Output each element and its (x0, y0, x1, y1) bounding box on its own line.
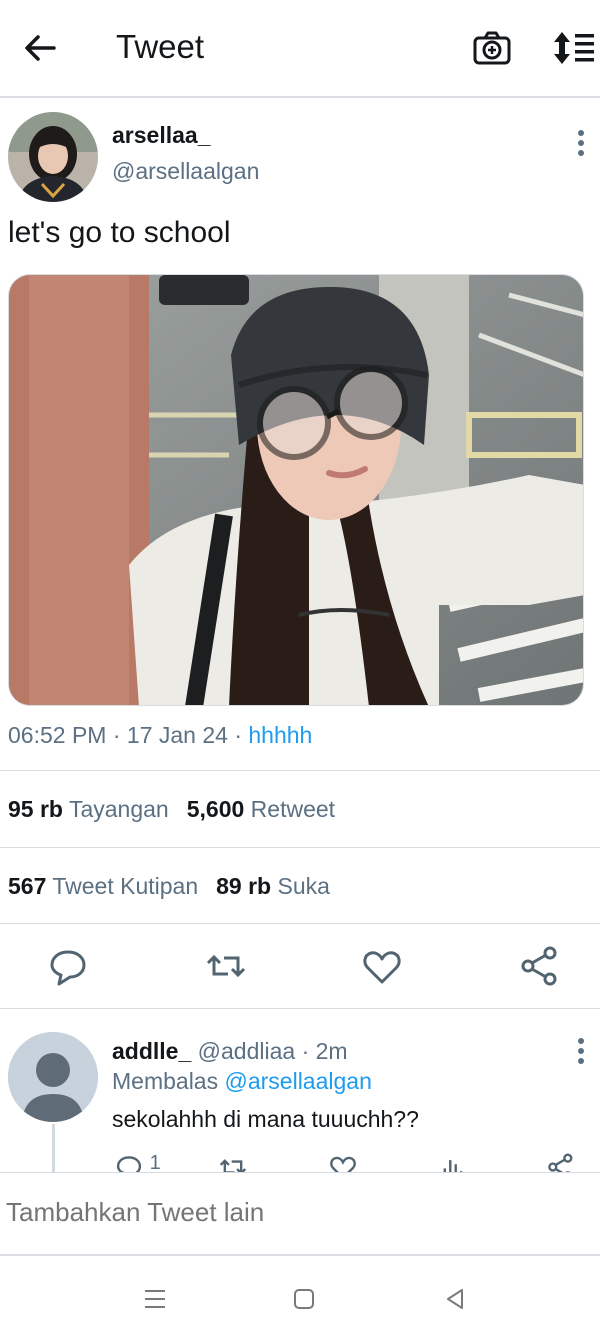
sort-button[interactable] (552, 28, 596, 68)
menu-lines-icon (145, 1290, 165, 1308)
divider (0, 770, 600, 771)
quotes-stat[interactable]: 567 Tweet Kutipan (8, 873, 198, 899)
reply-views-button[interactable] (438, 1152, 468, 1172)
author-avatar-image (8, 112, 98, 202)
share-icon (521, 946, 557, 986)
reply-avatar[interactable] (8, 1032, 98, 1122)
share-icon (548, 1153, 573, 1172)
triangle-back-icon (447, 1289, 463, 1309)
add-tweet-input[interactable] (6, 1197, 586, 1228)
likes-stat[interactable]: 89 rb Suka (216, 873, 330, 899)
author-handle[interactable]: @arsellaalgan (112, 158, 259, 185)
tweet-date: 17 Jan 24 (126, 722, 228, 748)
meta-separator: · (301, 1038, 316, 1064)
author-avatar[interactable] (8, 112, 98, 202)
back-button[interactable] (20, 28, 60, 68)
tweet-time: 06:52 PM (8, 722, 107, 748)
reply-share-button[interactable] (546, 1152, 576, 1172)
retweets-count: 5,600 (186, 796, 245, 822)
home-button[interactable] (289, 1284, 319, 1314)
top-bar: Tweet (0, 0, 600, 98)
camera-button[interactable] (472, 28, 512, 68)
compose-bar (0, 1172, 600, 1256)
reply-like-button[interactable] (328, 1152, 358, 1172)
meta-separator: · (234, 722, 249, 748)
heart-icon (363, 951, 401, 984)
like-button[interactable] (360, 944, 404, 988)
reply-reply-button[interactable]: 1 (114, 1152, 161, 1172)
tweet-actions (0, 924, 600, 1008)
retweet-icon (206, 954, 246, 978)
square-icon (294, 1289, 314, 1309)
page-title: Tweet (116, 28, 205, 65)
divider (0, 1008, 600, 1009)
tweet-photo[interactable] (8, 274, 584, 706)
thread-line (52, 1124, 55, 1172)
likes-label: Suka (277, 873, 330, 899)
tweet-meta: 06:52 PM · 17 Jan 24 · hhhhh (8, 722, 312, 749)
reply-button[interactable] (46, 944, 90, 988)
replying-to-mention[interactable]: @arsellaalgan (225, 1068, 372, 1094)
more-vertical-icon (578, 1038, 584, 1064)
tweet-header: arsellaa_ @arsellaalgan (0, 98, 600, 208)
more-vertical-icon (578, 130, 584, 156)
heart-icon (330, 1156, 356, 1172)
sort-lines-icon (554, 32, 594, 64)
retweets-stat[interactable]: 5,600 Retweet (187, 796, 335, 822)
replying-to: Membalas @arsellaalgan (112, 1068, 372, 1095)
reply-more-button[interactable] (568, 1036, 594, 1066)
views-count: 95 rb (8, 796, 63, 822)
camera-plus-icon (473, 31, 511, 65)
divider (0, 847, 600, 848)
photo-image (9, 275, 583, 705)
likes-count: 89 rb (216, 873, 272, 899)
recent-apps-button[interactable] (140, 1284, 170, 1314)
reply-header: addlle_ @addliaa · 2m (112, 1038, 348, 1065)
tweet-text: let's go to school (8, 216, 231, 249)
retweet-button[interactable] (204, 944, 248, 988)
default-avatar-icon (8, 1032, 98, 1122)
share-button[interactable] (518, 944, 562, 988)
reply-author-name[interactable]: addlle_ (112, 1038, 191, 1064)
replying-prefix: Membalas (112, 1068, 219, 1094)
retweet-icon (219, 1159, 247, 1172)
arrow-left-icon (25, 35, 56, 61)
meta-separator: · (112, 722, 127, 748)
views-label: Tayangan (68, 796, 169, 822)
comment-icon (50, 950, 86, 986)
system-nav-bar (0, 1258, 600, 1334)
back-nav-button[interactable] (440, 1284, 470, 1314)
tweet-source[interactable]: hhhhh (248, 722, 312, 748)
reply-tweet[interactable]: addlle_ @addliaa · 2m Membalas @arsellaa… (0, 1010, 600, 1172)
retweets-label: Retweet (250, 796, 336, 822)
quotes-count: 567 (8, 873, 47, 899)
reply-actions: 1 (112, 1152, 592, 1172)
reply-author-handle[interactable]: @addliaa (198, 1038, 296, 1064)
comment-icon (116, 1156, 142, 1172)
bar-chart-icon (443, 1160, 463, 1172)
stats-row-quotes-likes: 567 Tweet Kutipan 89 rb Suka (8, 873, 330, 900)
reply-text: sekolahhh di mana tuuuchh?? (112, 1106, 419, 1132)
reply-retweet-button[interactable] (218, 1152, 248, 1172)
views-stat[interactable]: 95 rb Tayangan (8, 796, 169, 822)
reply-reply-count: 1 (149, 1152, 161, 1172)
stats-row-views-retweets: 95 rb Tayangan 5,600 Retweet (8, 796, 335, 823)
tweet-more-button[interactable] (568, 128, 594, 158)
reply-time: 2m (315, 1038, 348, 1064)
author-name[interactable]: arsellaa_ (112, 122, 210, 149)
quotes-label: Tweet Kutipan (52, 873, 199, 899)
